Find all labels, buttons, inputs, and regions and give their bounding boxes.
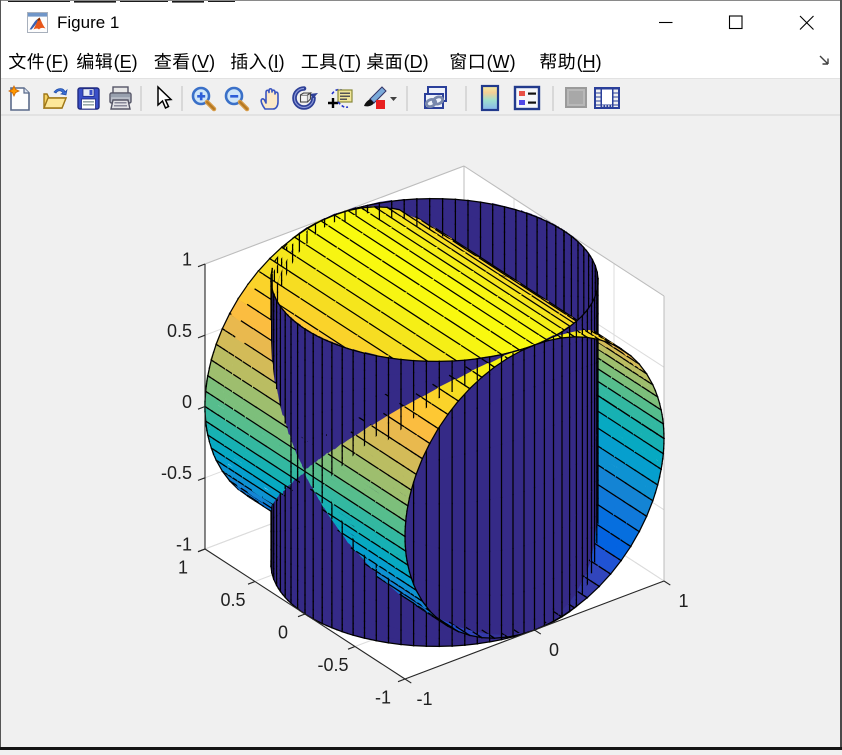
svg-text:-1: -1 <box>416 689 432 709</box>
svg-text:0.5: 0.5 <box>220 590 245 610</box>
svg-text:(T): (T) <box>338 52 361 72</box>
svg-text:(W): (W) <box>487 52 516 72</box>
svg-text:-0.5: -0.5 <box>161 463 192 483</box>
svg-text:0: 0 <box>182 392 192 412</box>
svg-text:(I): (I) <box>268 52 285 72</box>
svg-text:(F): (F) <box>46 52 69 72</box>
svg-text:1: 1 <box>678 591 688 611</box>
svg-text:(H): (H) <box>577 52 602 72</box>
svg-text:1: 1 <box>178 558 188 578</box>
svg-text:(D): (D) <box>404 52 429 72</box>
svg-text:-1: -1 <box>176 535 192 555</box>
svg-text:0: 0 <box>549 640 559 660</box>
svg-text:-1: -1 <box>375 688 391 708</box>
svg-text:-0.5: -0.5 <box>317 655 348 675</box>
svg-text:(V): (V) <box>191 52 215 72</box>
svg-text:Figure 1: Figure 1 <box>57 13 119 32</box>
svg-text:0.5: 0.5 <box>167 321 192 341</box>
svg-text:1: 1 <box>182 250 192 270</box>
svg-text:0: 0 <box>278 623 288 643</box>
svg-text:(E): (E) <box>114 52 138 72</box>
